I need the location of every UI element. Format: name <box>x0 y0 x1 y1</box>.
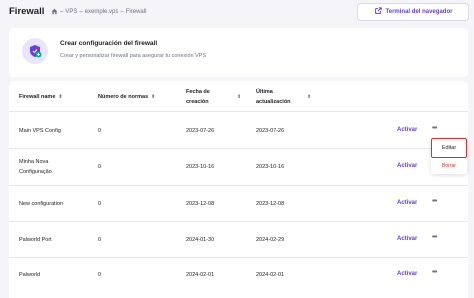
row-3-updated: 2023-12-08 <box>256 201 285 207</box>
row-2-rules: 0 <box>98 164 102 170</box>
breadcrumb-separator: – <box>120 8 124 15</box>
row-1-name: Main VPS Config <box>19 128 61 134</box>
row-5-created: 2024-02-01 <box>186 272 215 278</box>
row-4-more-icon[interactable]: ••• <box>432 234 437 241</box>
row-1-activate-button[interactable]: Activar <box>397 127 417 133</box>
header-firewall-name-label: Firewall name <box>19 94 56 100</box>
shield-icon <box>22 38 48 64</box>
divider <box>9 185 468 186</box>
row-3-name: New configuration <box>19 201 64 207</box>
breadcrumb: – VPS – exemple.vps – Firewall <box>51 8 146 15</box>
home-icon[interactable] <box>51 8 58 15</box>
row-3-created: 2023-12-08 <box>186 201 215 207</box>
row-4-rules: 0 <box>98 237 102 243</box>
row-2-activate-button[interactable]: Activar <box>397 163 417 169</box>
row-1-rules: 0 <box>98 128 102 134</box>
sort-icon: ⬍ <box>151 94 156 100</box>
row-1-updated: 2023-07-26 <box>256 128 285 134</box>
row-2-name-line2: Configuração <box>19 169 52 175</box>
breadcrumb-item-server[interactable]: exemple.vps <box>85 9 119 15</box>
header-created-line1: Fecha de <box>186 89 210 95</box>
divider <box>9 148 468 149</box>
breadcrumb-separator: – <box>60 8 64 15</box>
header-updated-line2: actualización <box>256 99 291 105</box>
menu-delete-item[interactable]: Borrar <box>431 160 467 172</box>
browser-terminal-label: Terminal del navegador <box>385 9 453 15</box>
row-1-created: 2023-07-26 <box>186 128 215 134</box>
header-updated-line1: Última <box>256 89 273 95</box>
row-4-created: 2024-01-30 <box>186 237 215 243</box>
browser-terminal-button[interactable]: Terminal del navegador <box>357 3 469 21</box>
row-3-rules: 0 <box>98 201 102 207</box>
card-subtitle: Crear y personalizar firewall para asegu… <box>60 53 207 59</box>
row-3-activate-button[interactable]: Activar <box>397 200 417 206</box>
sort-icon: ⬍ <box>58 94 63 100</box>
divider <box>9 111 468 112</box>
breadcrumb-item-current: Firewall <box>125 8 147 15</box>
header-firewall-name[interactable]: Firewall name ⬍ <box>19 92 63 102</box>
row-5-more-icon[interactable]: ••• <box>432 269 437 276</box>
row-4-activate-button[interactable]: Activar <box>397 236 417 242</box>
row-1-more-icon[interactable]: ••• <box>432 125 437 132</box>
row-5-activate-button[interactable]: Activar <box>397 271 417 277</box>
create-firewall-card[interactable]: Crear configuración del firewall Crear y… <box>9 28 468 77</box>
card-title: Crear configuración del firewall <box>60 40 158 47</box>
page-title: Firewall <box>9 6 45 17</box>
row-5-updated: 2024-02-01 <box>256 272 285 278</box>
header-updated[interactable]: Última actualización <box>256 87 291 107</box>
breadcrumb-item-vps[interactable]: VPS <box>65 9 77 15</box>
external-link-icon <box>374 7 382 17</box>
header-created[interactable]: Fecha de creación <box>186 87 210 107</box>
row-actions-menu: Editar Borrar <box>431 138 467 174</box>
sort-icon[interactable]: ⬍ <box>307 94 311 100</box>
menu-edit-item[interactable]: Editar <box>431 138 467 158</box>
row-4-name: Palworld Port <box>19 237 52 243</box>
row-2-updated: 2023-10-16 <box>256 164 285 170</box>
divider <box>9 257 468 258</box>
firewall-table: Firewall name ⬍ Número de normas ⬍ Fecha… <box>9 81 468 298</box>
row-5-name: Palworld <box>19 272 41 278</box>
row-4-updated: 2024-02-29 <box>256 237 285 243</box>
breadcrumb-separator: – <box>79 8 83 15</box>
row-2-created: 2023-10-16 <box>186 164 215 170</box>
header-rules-count-label: Número de normas <box>98 94 149 100</box>
sort-icon[interactable]: ⬍ <box>237 94 241 100</box>
header-created-line2: creación <box>186 99 209 105</box>
row-3-more-icon[interactable]: ••• <box>432 198 437 205</box>
row-2-name-line1: Minha Nova <box>19 159 49 165</box>
row-5-rules: 0 <box>98 272 102 278</box>
top-bar: Firewall – VPS – exemple.vps – Firewall … <box>0 0 474 24</box>
divider <box>9 221 468 222</box>
header-rules-count[interactable]: Número de normas ⬍ <box>98 92 155 102</box>
